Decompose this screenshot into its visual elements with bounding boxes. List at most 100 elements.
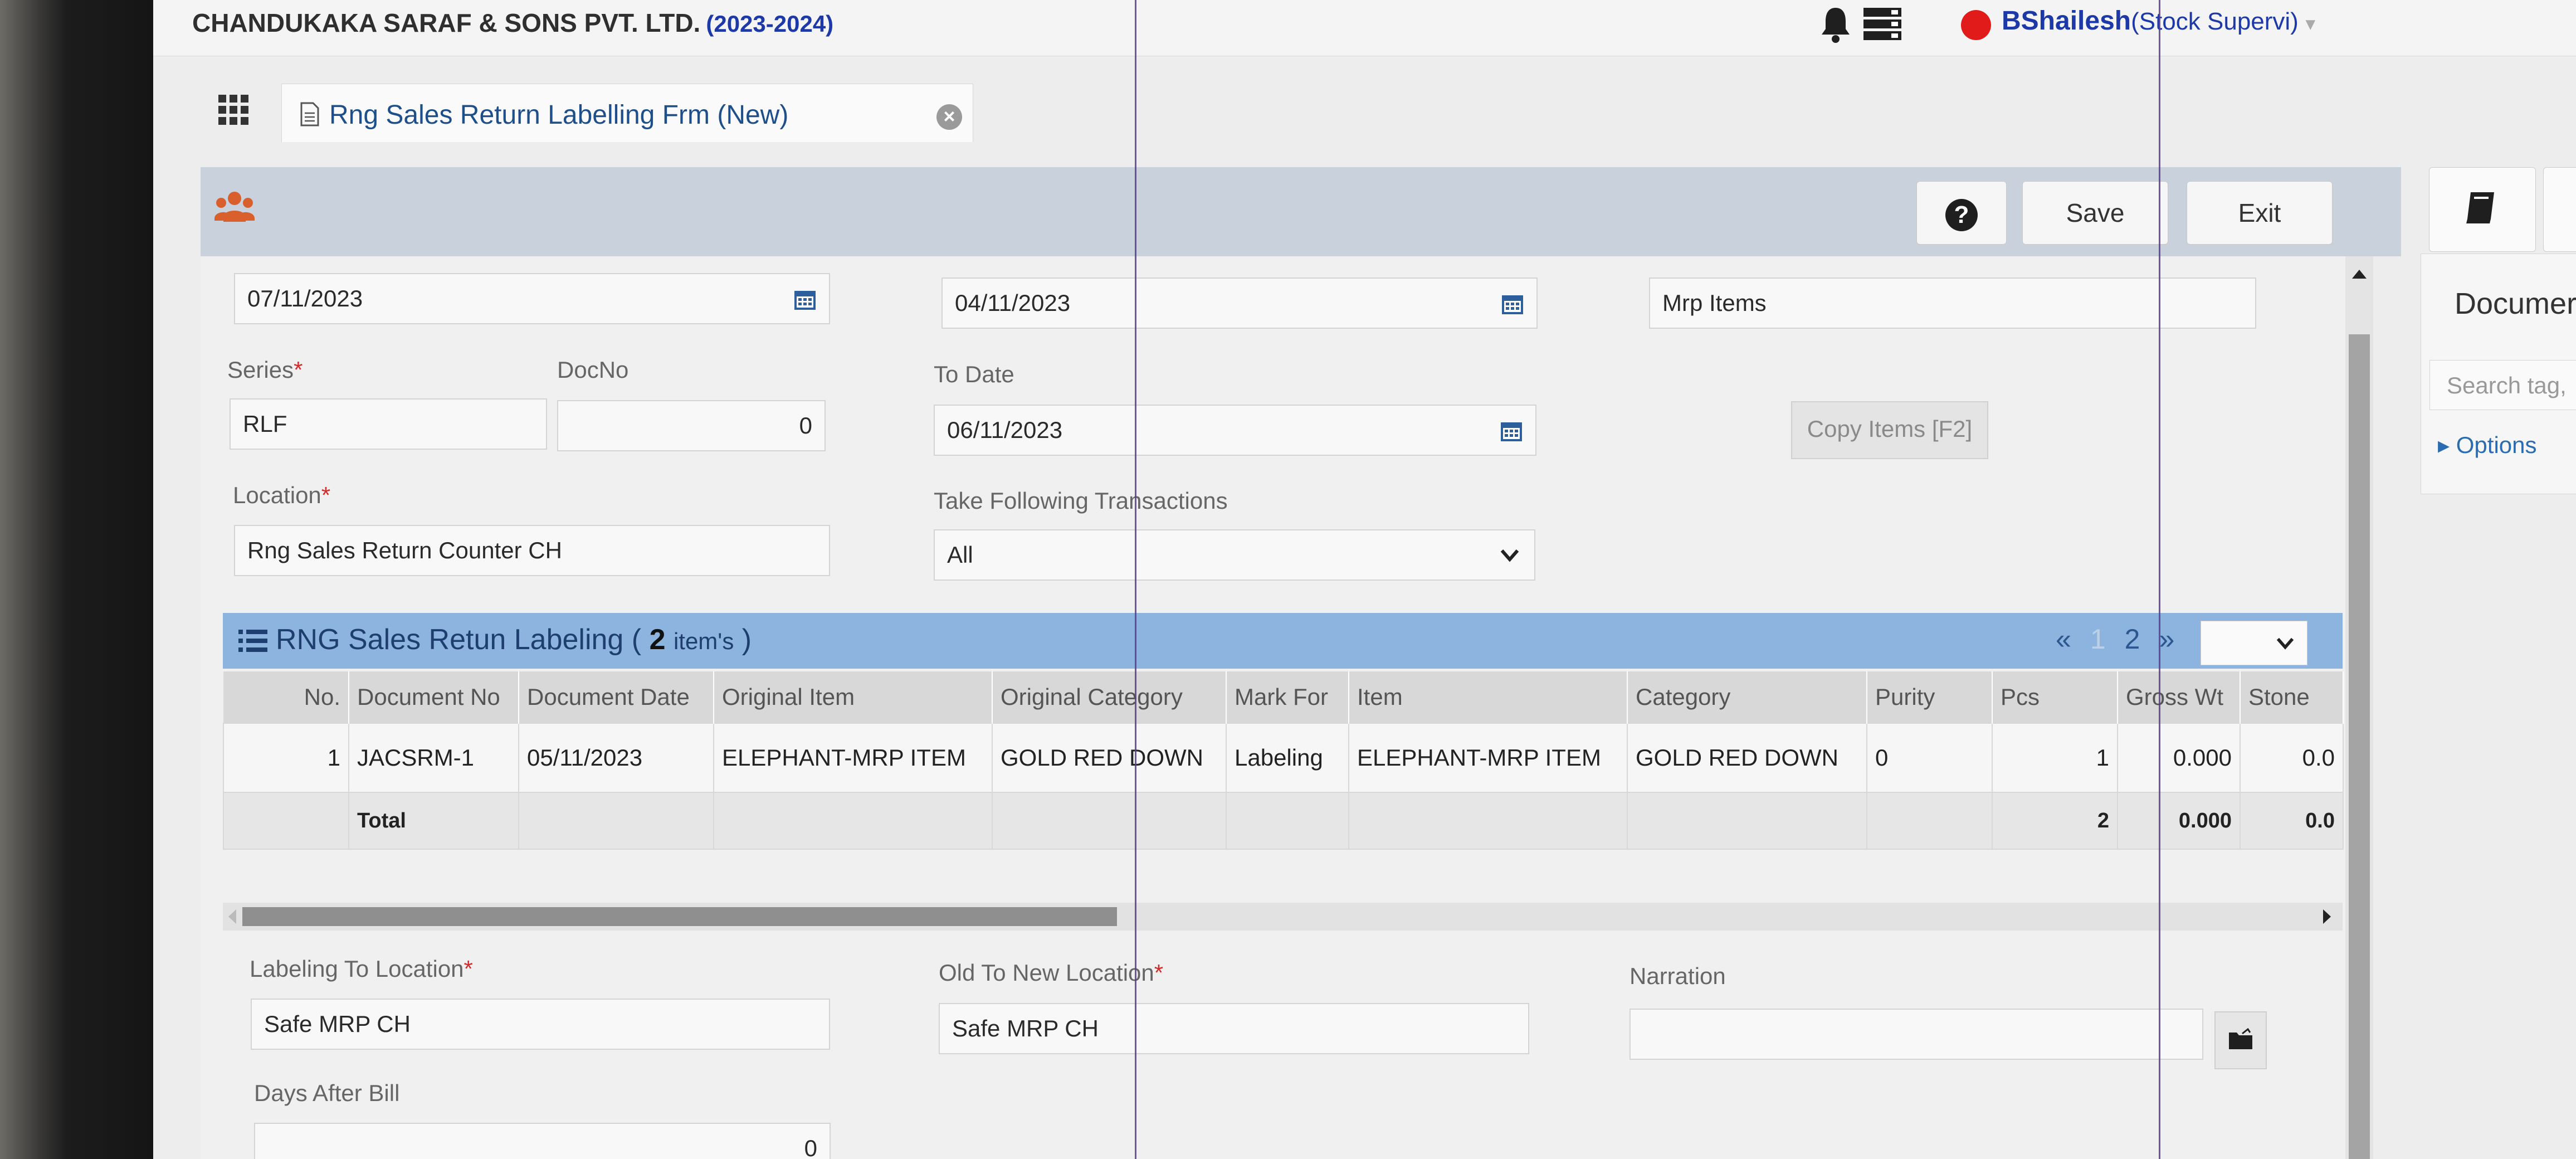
cell-stone[interactable]: 0.0 (2240, 723, 2344, 793)
documents-title: Documer (2455, 287, 2576, 320)
total-row: Total 2 0.000 0.0 (223, 792, 2344, 850)
days-after-bill-input[interactable]: 0 (254, 1123, 831, 1159)
series-label: Series* (227, 357, 303, 383)
cell-pcs[interactable]: 1 (1992, 723, 2118, 793)
calendar-icon[interactable] (793, 288, 817, 311)
pager-next[interactable]: » (2159, 624, 2174, 655)
scroll-up-icon[interactable] (2352, 270, 2367, 279)
vertical-scrollbar[interactable] (2345, 256, 2373, 1159)
cell-no[interactable]: 1 (223, 723, 349, 793)
labeling-to-location-input[interactable]: Safe MRP CH (251, 999, 830, 1050)
cell-original-item[interactable]: ELEPHANT-MRP ITEM (713, 723, 993, 793)
take-transactions-select[interactable]: All (934, 529, 1535, 581)
copy-items-button[interactable]: Copy Items [F2] (1791, 401, 1988, 459)
cell-item[interactable]: ELEPHANT-MRP ITEM (1348, 723, 1628, 793)
documents-toggle-button[interactable] (2429, 167, 2536, 252)
scroll-right-icon[interactable] (2323, 909, 2331, 924)
take-transactions-value: All (947, 542, 973, 568)
narration-browse-button[interactable] (2214, 1011, 2267, 1069)
cell-document-date[interactable]: 05/11/2023 (518, 723, 714, 793)
form-panel: 07/11/2023 04/11/2023 Mrp Items Series* … (201, 256, 2373, 1159)
col-category[interactable]: Category (1627, 671, 1867, 723)
side-action-button[interactable] (2543, 167, 2576, 252)
horizontal-scrollbar[interactable] (223, 903, 2343, 931)
cell-document-no[interactable]: JACSRM-1 (348, 723, 519, 793)
cell-mark-for[interactable]: Labeling (1226, 723, 1349, 793)
chevron-down-icon: ▾ (2306, 13, 2315, 33)
cell-gross-wt[interactable]: 0.000 (2117, 723, 2241, 793)
tab-rng-sales-return[interactable]: Rng Sales Return Labelling Frm (New) × (281, 84, 973, 142)
days-after-bill-label: Days After Bill (254, 1080, 400, 1106)
app-screen: CHANDUKAKA SARAF & SONS PVT. LTD. (2023-2… (153, 0, 2576, 1159)
company-title: CHANDUKAKA SARAF & SONS PVT. LTD. (2023-2… (192, 8, 833, 38)
table-row[interactable]: 1 JACSRM-1 05/11/2023 ELEPHANT-MRP ITEM … (223, 723, 2344, 793)
toolbar: ? Save Exit (201, 167, 2401, 256)
total-cell-empty (1226, 792, 1349, 850)
pager-page-2[interactable]: 2 (2125, 624, 2140, 655)
col-pcs[interactable]: Pcs (1992, 671, 2118, 723)
narration-input[interactable] (1629, 1009, 2203, 1060)
col-document-date[interactable]: Document Date (519, 671, 714, 723)
pager-page-1[interactable]: 1 (2090, 624, 2106, 655)
total-gross-wt: 0.000 (2117, 792, 2241, 850)
col-no[interactable]: No. (223, 671, 349, 723)
scroll-left-icon[interactable] (228, 909, 236, 924)
total-cell-no (223, 792, 349, 850)
docno-input[interactable]: 0 (557, 400, 826, 451)
col-item[interactable]: Item (1349, 671, 1628, 723)
user-role: (Stock Supervi) (2131, 8, 2299, 35)
to-date-label: To Date (934, 361, 1014, 387)
col-gross-wt[interactable]: Gross Wt (2118, 671, 2241, 723)
save-button[interactable]: Save (2022, 181, 2168, 245)
location-input[interactable]: Rng Sales Return Counter CH (234, 525, 830, 576)
close-icon[interactable]: × (936, 104, 962, 130)
exit-button[interactable]: Exit (2187, 181, 2333, 245)
col-original-item[interactable]: Original Item (714, 671, 993, 723)
calendar-icon[interactable] (1501, 292, 1524, 315)
doc-date-value: 07/11/2023 (247, 285, 363, 311)
scroll-thumb[interactable] (242, 907, 1117, 926)
col-document-no[interactable]: Document No (349, 671, 519, 723)
options-toggle[interactable]: ▸ Options (2438, 431, 2537, 459)
series-input[interactable]: RLF (230, 398, 547, 450)
cell-original-category[interactable]: GOLD RED DOWN (992, 723, 1227, 793)
docno-label: DocNo (557, 357, 629, 383)
total-stone: 0.0 (2240, 792, 2344, 850)
cell-purity[interactable]: 0 (1866, 723, 1993, 793)
item-count: 2 (649, 624, 666, 656)
pager-first[interactable]: « (2056, 624, 2071, 655)
total-cell-empty (1348, 792, 1628, 850)
to-date-input[interactable]: 06/11/2023 (934, 405, 1536, 456)
from-date-input[interactable]: 04/11/2023 (941, 277, 1538, 329)
tab-label: Rng Sales Return Labelling Frm (New) (329, 100, 789, 130)
item-type-input[interactable]: Mrp Items (1649, 277, 2256, 329)
total-cell-empty (992, 792, 1227, 850)
status-dot (1961, 10, 1991, 40)
stack-icon[interactable] (1862, 6, 1902, 42)
grid-header-row: No. Document No Document Date Original I… (223, 671, 2344, 723)
scroll-thumb[interactable] (2349, 334, 2370, 1159)
col-original-category[interactable]: Original Category (992, 671, 1227, 723)
app-header: CHANDUKAKA SARAF & SONS PVT. LTD. (2023-2… (153, 0, 2576, 56)
cell-category[interactable]: GOLD RED DOWN (1627, 723, 1867, 793)
search-tag-input[interactable]: Search tag, (2429, 360, 2576, 410)
company-name: CHANDUKAKA SARAF & SONS PVT. LTD. (192, 8, 701, 37)
col-purity[interactable]: Purity (1867, 671, 1993, 723)
chevron-down-icon (2276, 637, 2294, 650)
help-button[interactable]: ? (1916, 181, 2007, 245)
total-cell-empty (713, 792, 993, 850)
fiscal-year: (2023-2024) (706, 11, 834, 37)
total-label: Total (348, 792, 519, 850)
col-stone[interactable]: Stone (2240, 671, 2344, 723)
page-size-select[interactable] (2201, 621, 2307, 665)
col-mark-for[interactable]: Mark For (1226, 671, 1349, 723)
calendar-icon[interactable] (1500, 419, 1523, 442)
grid-menu-icon[interactable] (217, 94, 250, 126)
take-transactions-label: Take Following Transactions (934, 488, 1228, 514)
chevron-down-icon (1500, 549, 1519, 562)
old-to-new-location-input[interactable]: Safe MRP CH (939, 1003, 1529, 1054)
folder-icon (2229, 1028, 2252, 1049)
doc-date-input[interactable]: 07/11/2023 (234, 273, 830, 324)
bell-icon[interactable] (1819, 4, 1852, 43)
user-name: BShailesh (2002, 6, 2131, 36)
